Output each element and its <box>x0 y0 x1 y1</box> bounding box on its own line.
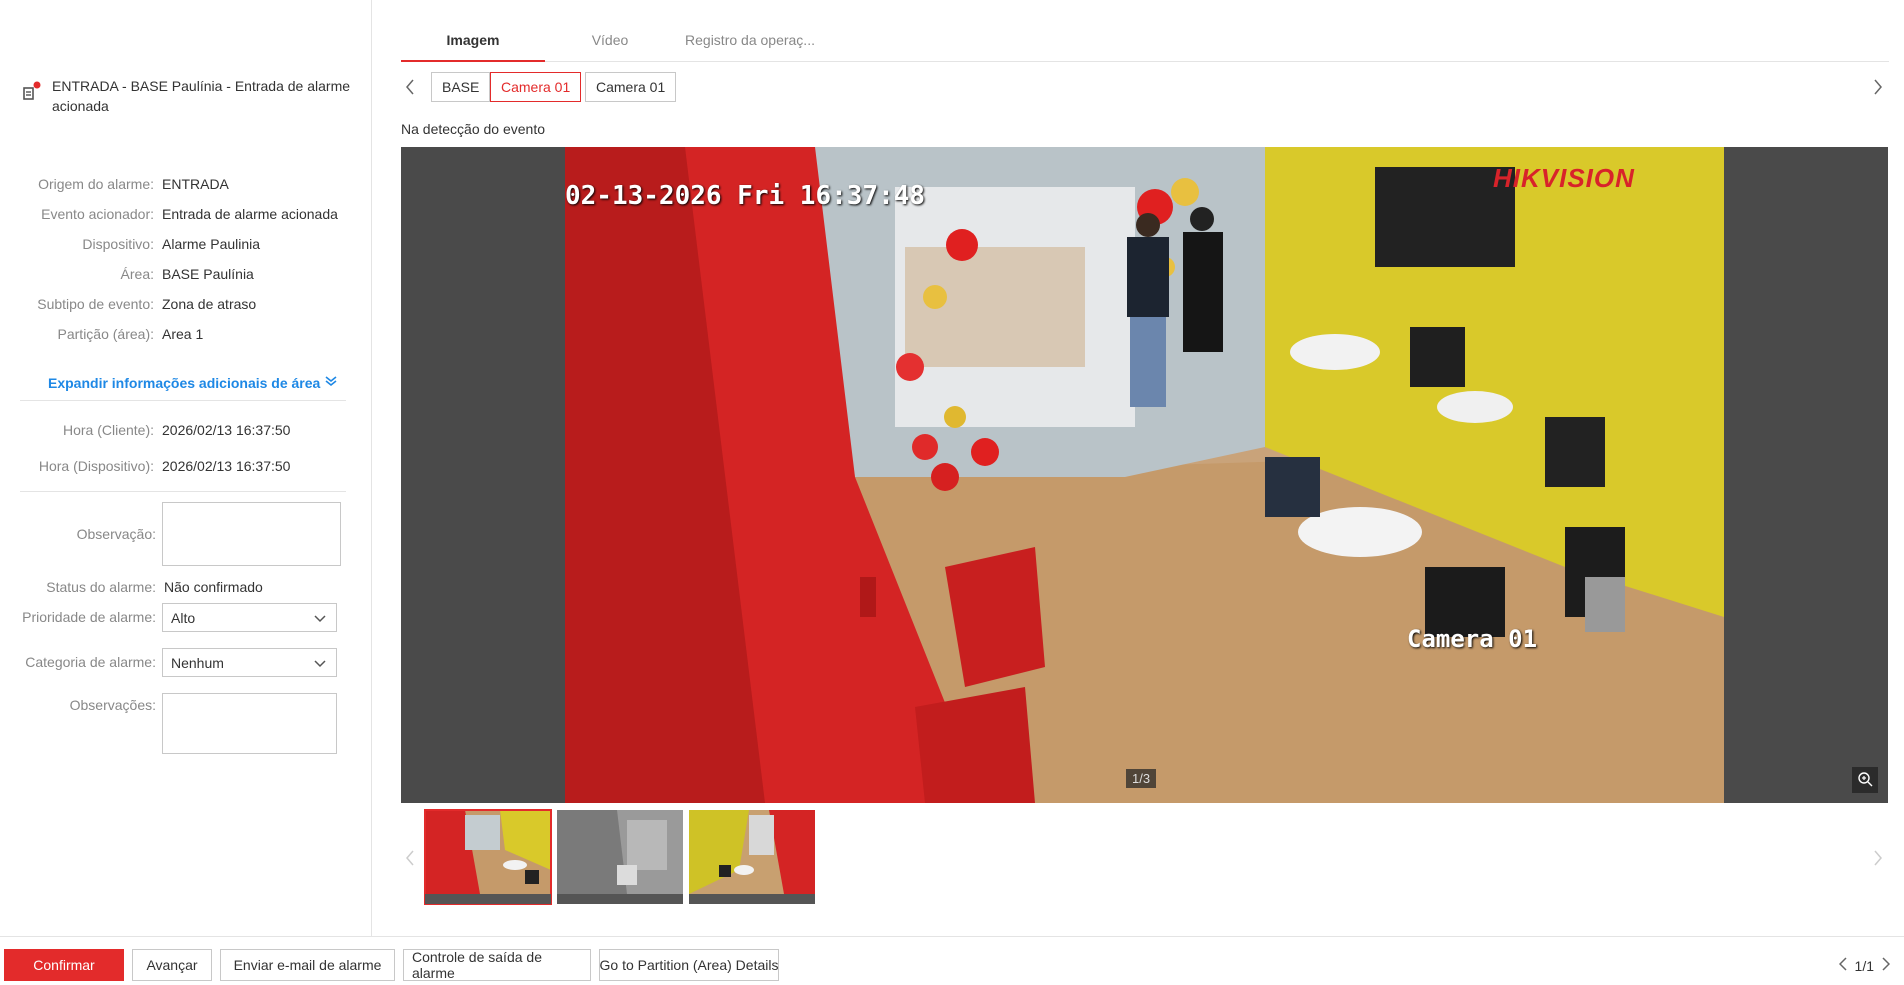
detail-value: Zona de atraso <box>162 296 257 312</box>
osd-camera-name: Camera 01 <box>1407 625 1538 653</box>
tab-video[interactable]: Vídeo <box>545 32 675 62</box>
send-email-button[interactable]: Enviar e-mail de alarme <box>220 949 395 981</box>
remarks-row: Observações: <box>0 693 337 754</box>
thumbnail-bar <box>425 894 551 904</box>
osd-timestamp: 02-13-2026 Fri 16:37:48 <box>565 181 926 211</box>
pager: 1/1 <box>1838 957 1891 974</box>
chevron-right-icon[interactable] <box>1873 850 1883 869</box>
chevron-down-icon <box>314 655 326 671</box>
page-indicator: 1/1 <box>1854 957 1874 974</box>
priority-row: Prioridade de alarme: Alto <box>0 603 337 632</box>
time-label: Hora (Cliente): <box>62 422 154 438</box>
chevron-left-icon[interactable] <box>405 850 415 869</box>
category-select[interactable]: Nenhum <box>162 648 337 677</box>
tab-image[interactable]: Imagem <box>401 32 545 62</box>
partition-details-button[interactable]: Go to Partition (Area) Details <box>599 949 779 981</box>
divider <box>20 491 346 492</box>
detail-tabs: Imagem Vídeo Registro da operaç... <box>401 28 1889 62</box>
category-label: Categoria de alarme: <box>25 654 156 670</box>
camera-chip-camera-01-selected[interactable]: Camera 01 <box>490 72 582 102</box>
double-chevron-down-icon <box>324 374 338 391</box>
detail-row-trigger: Evento acionador: Entrada de alarme acio… <box>0 205 338 223</box>
alarm-details-panel: ENTRADA - BASE Paulínia - Entrada de ala… <box>0 0 372 936</box>
remarks-textarea[interactable] <box>162 693 337 754</box>
alarm-header: ENTRADA - BASE Paulínia - Entrada de ala… <box>22 76 352 116</box>
detail-label: Área: <box>120 266 154 282</box>
thumbnail-1[interactable] <box>424 809 552 905</box>
zoom-icon <box>1857 771 1873 790</box>
thumbnail-3[interactable] <box>689 810 815 904</box>
detail-label: Partição (área): <box>57 326 154 342</box>
alarm-title: ENTRADA - BASE Paulínia - Entrada de ala… <box>52 78 351 114</box>
camera-snapshot: 02-13-2026 Fri 16:37:48 Camera 01 HIKVIS… <box>565 147 1724 803</box>
observation-label: Observação: <box>76 526 156 542</box>
remarks-label: Observações: <box>69 697 156 713</box>
detail-row-origin: Origem do alarme: ENTRADA <box>0 175 229 193</box>
action-bar: Confirmar Avançar Enviar e-mail de alarm… <box>0 936 1904 985</box>
category-row: Categoria de alarme: Nenhum <box>0 648 337 677</box>
zoom-in-button[interactable] <box>1852 767 1878 793</box>
expand-area-info-label: Expandir informações adicionais de área <box>48 374 321 391</box>
time-label: Hora (Dispositivo): <box>38 458 154 474</box>
tab-operation-log[interactable]: Registro da operaç... <box>675 32 825 62</box>
detail-label: Evento acionador: <box>41 206 154 222</box>
time-value: 2026/02/13 16:37:50 <box>162 458 291 474</box>
alarm-input-icon <box>22 81 42 101</box>
camera-chip-base[interactable]: BASE <box>431 72 491 102</box>
observation-textarea[interactable] <box>162 502 341 566</box>
detail-value: Area 1 <box>162 326 204 342</box>
detail-row-device: Dispositivo: Alarme Paulinia <box>0 235 260 253</box>
time-row-client: Hora (Cliente): 2026/02/13 16:37:50 <box>0 421 291 439</box>
alarm-output-control-button[interactable]: Controle de saída de alarme <box>403 949 591 981</box>
camera-chip-camera-01[interactable]: Camera 01 <box>585 72 677 102</box>
chevron-left-icon[interactable] <box>1838 957 1847 974</box>
time-value: 2026/02/13 16:37:50 <box>162 422 291 438</box>
detail-value: Alarme Paulinia <box>162 236 261 252</box>
thumbnail-bar <box>557 894 683 904</box>
detail-value: Entrada de alarme acionada <box>162 206 338 222</box>
chevron-right-icon[interactable] <box>1873 79 1883 98</box>
image-viewer[interactable]: 02-13-2026 Fri 16:37:48 Camera 01 HIKVIS… <box>401 147 1888 803</box>
detail-row-area: Área: BASE Paulínia <box>0 265 254 283</box>
status-value: Não confirmado <box>164 579 263 595</box>
brand-watermark: HIKVISION <box>1493 163 1635 193</box>
detail-label: Origem do alarme: <box>38 176 154 192</box>
camera-strip: BASE Camera 01 Camera 01 <box>401 72 1889 102</box>
observation-row: Observação: <box>0 502 341 566</box>
confirm-button[interactable]: Confirmar <box>4 949 124 981</box>
image-counter: 1/3 <box>1126 769 1157 788</box>
thumbnail-2[interactable] <box>557 810 683 904</box>
expand-area-info-link[interactable]: Expandir informações adicionais de área <box>48 374 338 391</box>
time-row-device: Hora (Dispositivo): 2026/02/13 16:37:50 <box>0 457 291 475</box>
priority-value: Alto <box>171 609 196 626</box>
next-button[interactable]: Avançar <box>132 949 212 981</box>
status-row: Status do alarme: Não confirmado <box>0 579 263 595</box>
detail-row-subtype: Subtipo de evento: Zona de atraso <box>0 295 256 313</box>
detail-value: BASE Paulínia <box>162 266 254 282</box>
detail-label: Dispositivo: <box>82 236 154 252</box>
detail-value: ENTRADA <box>162 176 229 192</box>
thumbnail-bar <box>689 894 815 904</box>
priority-label: Prioridade de alarme: <box>22 609 156 625</box>
priority-select[interactable]: Alto <box>162 603 337 632</box>
divider <box>20 400 346 401</box>
detail-row-partition: Partição (área): Area 1 <box>0 325 204 343</box>
status-label: Status do alarme: <box>46 579 156 595</box>
chevron-left-icon[interactable] <box>405 79 415 98</box>
category-value: Nenhum <box>171 654 224 671</box>
event-capture-label: Na detecção do evento <box>401 121 545 137</box>
detail-label: Subtipo de evento: <box>37 296 154 312</box>
thumbnail-strip <box>401 809 1889 906</box>
chevron-down-icon <box>314 610 326 626</box>
chevron-right-icon[interactable] <box>1882 957 1891 974</box>
